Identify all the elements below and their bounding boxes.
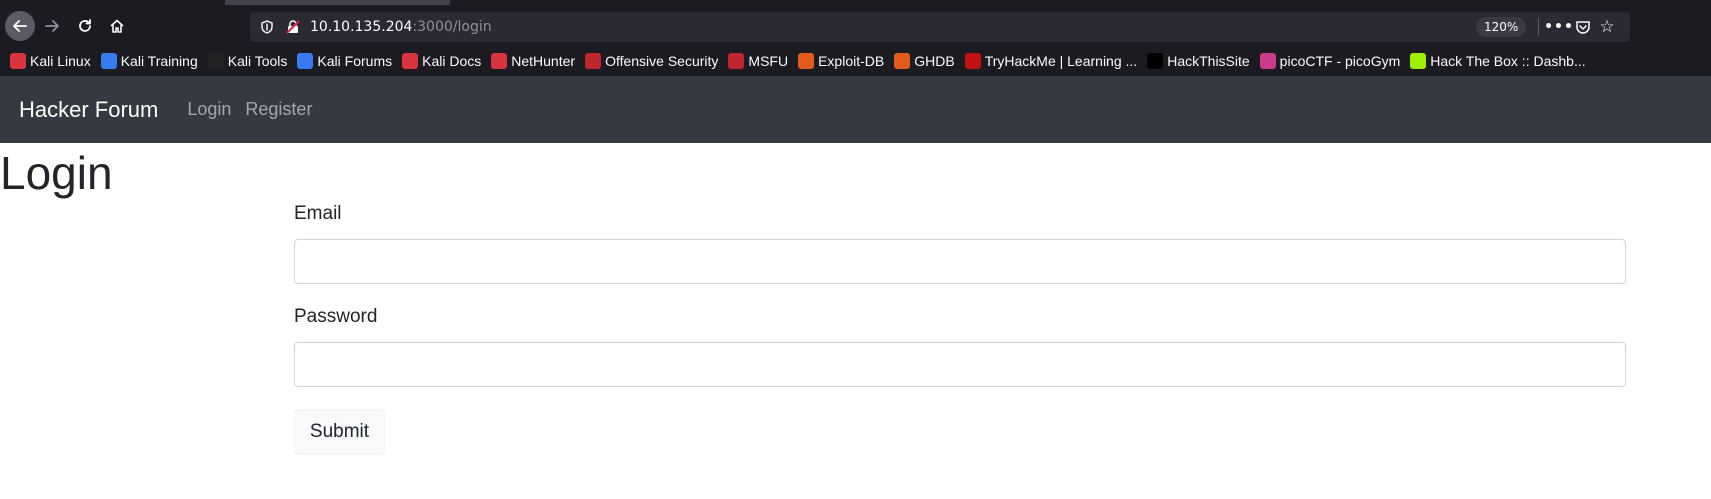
insecure-lock-icon[interactable] — [284, 18, 302, 36]
bookmark-label: picoCTF - picoGym — [1279, 53, 1401, 69]
url-host: 10.10.135.204 — [310, 19, 413, 35]
bookmark-label: TryHackMe | Learning ... — [984, 53, 1138, 69]
forward-button[interactable] — [37, 11, 67, 41]
email-field[interactable] — [294, 239, 1626, 284]
url-bar[interactable]: 10.10.135.204:3000/login 120% ••• ☆ — [250, 12, 1630, 42]
tryhackme-icon — [964, 53, 981, 69]
bookmark-item[interactable]: MSFU — [728, 53, 788, 69]
bookmark-label: NetHunter — [511, 53, 576, 69]
tracking-protection-icon[interactable] — [258, 18, 276, 36]
kali-forums-icon — [297, 53, 314, 69]
msfu-icon — [728, 53, 745, 69]
bookmark-label: Exploit-DB — [818, 53, 885, 69]
bookmark-item[interactable]: Kali Tools — [207, 53, 288, 69]
bookmarks-toolbar: Kali Linux Kali Training Kali Tools Kali Fo… — [0, 46, 1711, 76]
bookmark-item[interactable]: Hack The Box :: Dashb... — [1410, 53, 1586, 69]
nav-link-login[interactable]: Login — [187, 99, 231, 120]
bookmark-label: Offensive Security — [605, 53, 719, 69]
site-navbar: Hacker Forum Login Register — [0, 76, 1711, 143]
reload-icon — [79, 19, 91, 32]
page-title: Login — [0, 147, 113, 199]
bookmark-item[interactable]: GHDB — [894, 53, 955, 69]
bookmark-label: GHDB — [914, 53, 955, 69]
kali-icon — [10, 53, 26, 69]
navbar-brand[interactable]: Hacker Forum — [19, 97, 158, 123]
submit-button[interactable]: Submit — [294, 409, 385, 455]
bookmark-item[interactable]: Exploit-DB — [798, 53, 884, 69]
login-form: Email Password Submit — [294, 203, 1626, 455]
arrow-right-icon — [45, 20, 59, 32]
ghdb-icon — [894, 53, 911, 69]
bookmark-item[interactable]: TryHackMe | Learning ... — [964, 53, 1138, 69]
kali-training-icon — [100, 53, 117, 69]
bookmark-label: Kali Linux — [30, 53, 91, 69]
page-actions-menu-icon[interactable]: ••• — [1544, 17, 1573, 37]
exploit-db-icon — [798, 53, 815, 69]
bookmark-label: MSFU — [748, 53, 789, 69]
bookmark-item[interactable]: Kali Training — [100, 53, 198, 69]
bookmark-label: Kali Forums — [317, 53, 393, 69]
home-button[interactable] — [102, 11, 132, 41]
nethunter-icon — [491, 53, 508, 69]
bookmark-label: Kali Docs — [422, 53, 482, 69]
picoctf-icon — [1259, 53, 1276, 69]
kali-tools-icon — [207, 53, 224, 69]
active-tab[interactable] — [225, 0, 450, 5]
hackthissite-icon — [1147, 53, 1164, 69]
bookmark-item[interactable]: picoCTF - picoGym — [1259, 53, 1401, 69]
bookmark-label: Kali Tools — [227, 53, 288, 69]
url-text[interactable]: 10.10.135.204:3000/login — [310, 19, 492, 35]
zoom-level-badge[interactable]: 120% — [1476, 17, 1527, 37]
bookmark-item[interactable]: Kali Forums — [297, 53, 392, 69]
url-path: :3000/login — [412, 19, 492, 35]
password-label: Password — [294, 306, 378, 327]
bookmark-item[interactable]: Offensive Security — [585, 53, 718, 69]
nav-link-register[interactable]: Register — [245, 99, 312, 120]
password-group: Password — [294, 306, 1626, 387]
bookmark-item[interactable]: HackThisSite — [1147, 53, 1250, 69]
bookmark-item[interactable]: Kali Linux — [10, 53, 91, 69]
password-field[interactable] — [294, 342, 1626, 387]
offsec-icon — [585, 53, 602, 69]
pocket-icon[interactable] — [1572, 17, 1594, 37]
bookmark-item[interactable]: NetHunter — [491, 53, 575, 69]
bookmark-label: Hack The Box :: Dashb... — [1430, 53, 1586, 69]
hackthebox-icon — [1410, 53, 1427, 69]
bookmark-label: Kali Training — [120, 53, 198, 69]
bookmark-item[interactable]: Kali Docs — [402, 53, 481, 69]
email-label: Email — [294, 203, 342, 224]
back-button[interactable] — [5, 11, 35, 41]
bookmark-star-icon[interactable]: ☆ — [1596, 17, 1618, 37]
email-group: Email — [294, 203, 1626, 284]
browser-toolbar: 10.10.135.204:3000/login 120% ••• ☆ — [0, 6, 1711, 46]
bookmark-label: HackThisSite — [1167, 53, 1250, 69]
arrow-left-icon — [13, 20, 27, 32]
reload-button[interactable] — [70, 11, 100, 41]
divider — [1538, 18, 1539, 36]
browser-chrome: 10.10.135.204:3000/login 120% ••• ☆ Kali… — [0, 0, 1711, 76]
home-icon — [110, 19, 124, 33]
kali-docs-icon — [402, 53, 419, 69]
